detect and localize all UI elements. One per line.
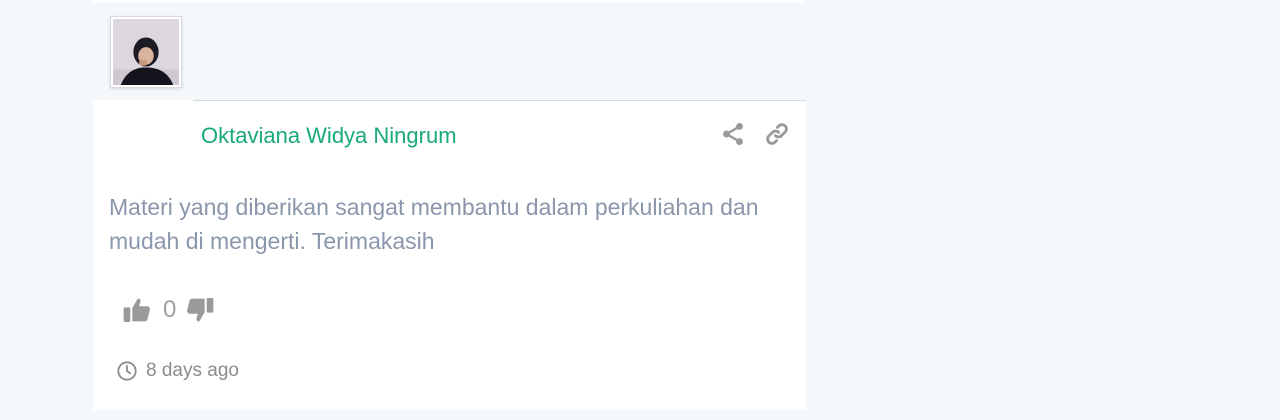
upvote-button[interactable] <box>121 294 153 326</box>
link-icon <box>766 123 788 145</box>
share-icon <box>723 122 743 146</box>
downvote-button[interactable] <box>184 294 216 326</box>
thumbs-down-icon <box>187 298 214 322</box>
thumbs-up-icon <box>123 298 150 322</box>
timestamp-row: 8 days ago <box>116 360 239 382</box>
timestamp: 8 days ago <box>146 360 239 381</box>
clock-icon <box>116 360 138 382</box>
avatar <box>110 16 182 88</box>
comment-card: Oktaviana Widya Ningrum Materi yang dibe… <box>93 100 806 410</box>
copy-link-button[interactable] <box>764 121 790 147</box>
previous-card-edge <box>92 0 806 3</box>
avatar-image <box>113 19 179 85</box>
vote-count: 0 <box>163 296 177 323</box>
divider <box>193 100 806 101</box>
share-button[interactable] <box>720 121 746 147</box>
vote-controls: 0 <box>121 292 216 328</box>
comment-body: Materi yang diberikan sangat membantu da… <box>109 194 759 254</box>
author-name[interactable]: Oktaviana Widya Ningrum <box>201 123 457 149</box>
